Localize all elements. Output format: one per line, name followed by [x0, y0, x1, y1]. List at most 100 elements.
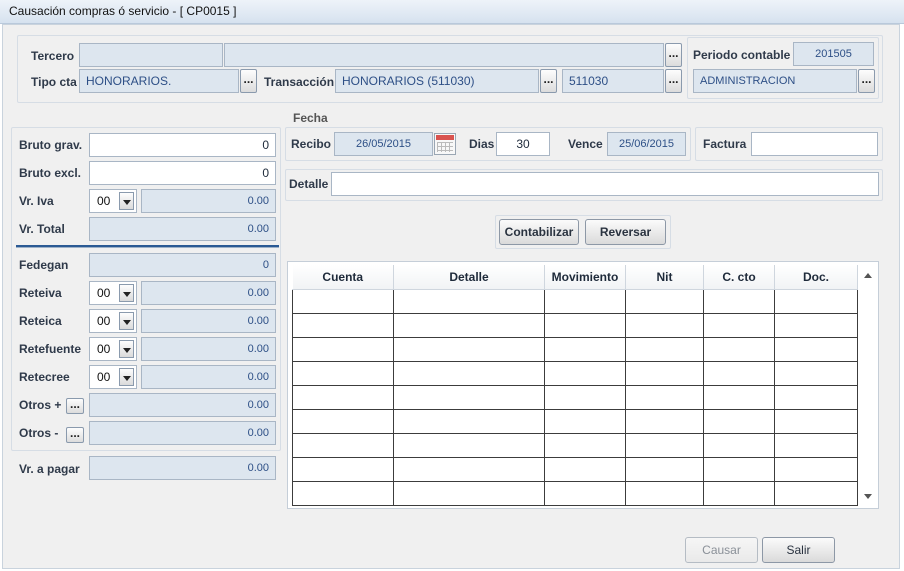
table-cell[interactable]: [703, 456, 775, 482]
transaccion-field[interactable]: HONORARIOS (511030): [335, 69, 539, 93]
bruto-excl-field[interactable]: 0: [89, 161, 276, 185]
table-cell[interactable]: [544, 312, 626, 338]
table-cell[interactable]: [292, 480, 394, 506]
table-cell[interactable]: [292, 312, 394, 338]
column-header-nit[interactable]: Nit: [625, 265, 704, 290]
table-cell[interactable]: [393, 480, 545, 506]
column-header-cuenta[interactable]: Cuenta: [292, 265, 394, 290]
calendar-icon[interactable]: [434, 133, 456, 155]
tipo-cta-field[interactable]: HONORARIOS.: [79, 69, 239, 93]
table-cell[interactable]: [625, 384, 704, 410]
table-cell[interactable]: [774, 456, 858, 482]
column-header-movimiento[interactable]: Movimiento: [544, 265, 626, 290]
reteiva-select[interactable]: 00: [89, 281, 137, 305]
table-cell[interactable]: [625, 480, 704, 506]
table-cell[interactable]: [703, 288, 775, 314]
table-row[interactable]: [292, 312, 858, 338]
table-cell[interactable]: [544, 408, 626, 434]
table-row[interactable]: [292, 384, 858, 410]
table-cell[interactable]: [292, 408, 394, 434]
reversar-button[interactable]: Reversar: [585, 219, 666, 245]
transaccion-lookup-button[interactable]: ...: [540, 69, 557, 93]
centro-field[interactable]: ADMINISTRACION: [693, 69, 857, 93]
table-cell[interactable]: [393, 312, 545, 338]
chevron-down-icon[interactable]: [119, 192, 134, 210]
table-cell[interactable]: [703, 408, 775, 434]
table-cell[interactable]: [544, 360, 626, 386]
table-cell[interactable]: [703, 432, 775, 458]
table-cell[interactable]: [625, 408, 704, 434]
periodo-field[interactable]: 201505: [793, 42, 874, 66]
table-cell[interactable]: [544, 336, 626, 362]
table-cell[interactable]: [393, 336, 545, 362]
table-cell[interactable]: [774, 360, 858, 386]
table-cell[interactable]: [292, 288, 394, 314]
retecree-select[interactable]: 00: [89, 365, 137, 389]
table-cell[interactable]: [703, 336, 775, 362]
table-cell[interactable]: [703, 312, 775, 338]
table-cell[interactable]: [292, 360, 394, 386]
reteica-select[interactable]: 00: [89, 309, 137, 333]
factura-field[interactable]: [751, 132, 878, 156]
recibo-date-field[interactable]: 26/05/2015: [334, 132, 433, 156]
table-cell[interactable]: [544, 456, 626, 482]
grid-scrollbar[interactable]: [861, 267, 875, 505]
table-cell[interactable]: [774, 312, 858, 338]
table-row[interactable]: [292, 408, 858, 434]
otros-mas-button[interactable]: ...: [66, 398, 84, 414]
table-cell[interactable]: [544, 384, 626, 410]
table-cell[interactable]: [774, 336, 858, 362]
centro-lookup-button[interactable]: ...: [858, 69, 875, 93]
table-cell[interactable]: [393, 288, 545, 314]
table-cell[interactable]: [625, 456, 704, 482]
table-cell[interactable]: [393, 432, 545, 458]
table-cell[interactable]: [393, 456, 545, 482]
table-row[interactable]: [292, 360, 858, 386]
table-cell[interactable]: [393, 408, 545, 434]
column-header-c-cto[interactable]: C. cto: [703, 265, 775, 290]
chevron-down-icon[interactable]: [119, 368, 134, 386]
scroll-up-icon[interactable]: [864, 273, 872, 278]
column-header-detalle[interactable]: Detalle: [393, 265, 545, 290]
tipo-cta-lookup-button[interactable]: ...: [240, 69, 257, 93]
table-cell[interactable]: [774, 408, 858, 434]
table-cell[interactable]: [774, 384, 858, 410]
table-cell[interactable]: [774, 480, 858, 506]
table-cell[interactable]: [625, 360, 704, 386]
table-cell[interactable]: [292, 432, 394, 458]
scroll-down-icon[interactable]: [864, 494, 872, 499]
bruto-grav-field[interactable]: 0: [89, 133, 276, 157]
table-cell[interactable]: [393, 384, 545, 410]
table-cell[interactable]: [544, 288, 626, 314]
vr-iva-select[interactable]: 00: [89, 189, 137, 213]
detalle-field[interactable]: [331, 172, 879, 196]
table-row[interactable]: [292, 336, 858, 362]
table-cell[interactable]: [544, 432, 626, 458]
chevron-down-icon[interactable]: [119, 312, 134, 330]
table-cell[interactable]: [774, 288, 858, 314]
chevron-down-icon[interactable]: [119, 284, 134, 302]
table-cell[interactable]: [625, 288, 704, 314]
table-cell[interactable]: [703, 360, 775, 386]
table-cell[interactable]: [393, 360, 545, 386]
table-cell[interactable]: [703, 480, 775, 506]
table-row[interactable]: [292, 456, 858, 482]
dias-field[interactable]: 30: [496, 132, 550, 156]
tercero-code-field[interactable]: [79, 43, 223, 67]
salir-button[interactable]: Salir: [762, 537, 835, 563]
chevron-down-icon[interactable]: [119, 340, 134, 358]
otros-menos-button[interactable]: ...: [66, 427, 84, 443]
cuenta-lookup-button[interactable]: ...: [665, 69, 682, 93]
table-row[interactable]: [292, 288, 858, 314]
table-cell[interactable]: [292, 456, 394, 482]
causar-button[interactable]: Causar: [685, 537, 758, 563]
table-row[interactable]: [292, 432, 858, 458]
table-cell[interactable]: [292, 384, 394, 410]
table-row[interactable]: [292, 480, 858, 506]
table-cell[interactable]: [774, 432, 858, 458]
table-cell[interactable]: [703, 384, 775, 410]
table-cell[interactable]: [625, 432, 704, 458]
tercero-lookup-button[interactable]: ...: [665, 43, 682, 67]
column-header-doc[interactable]: Doc.: [774, 265, 858, 290]
contabilizar-button[interactable]: Contabilizar: [499, 219, 579, 245]
